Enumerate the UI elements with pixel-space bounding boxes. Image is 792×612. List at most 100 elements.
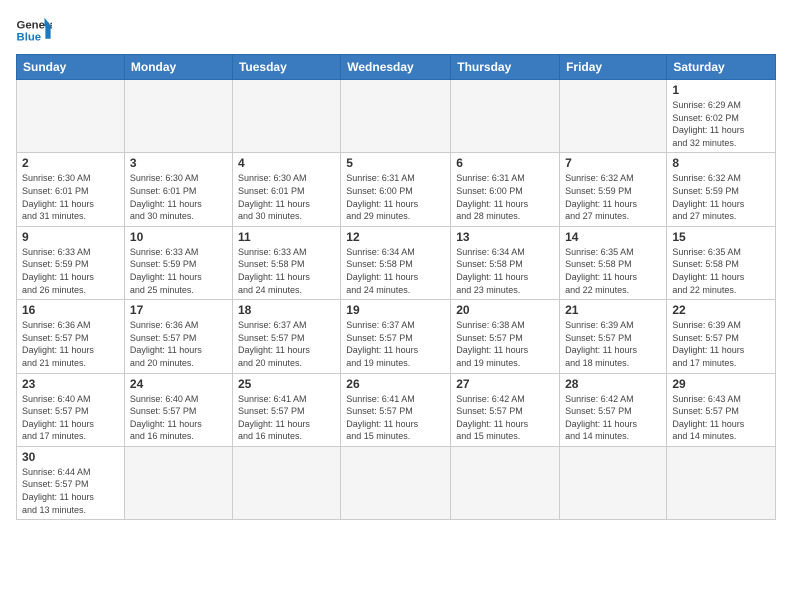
- header: General Blue: [16, 16, 776, 44]
- calendar-cell: 21Sunrise: 6:39 AM Sunset: 5:57 PM Dayli…: [560, 300, 667, 373]
- header-friday: Friday: [560, 55, 667, 80]
- calendar-cell: 20Sunrise: 6:38 AM Sunset: 5:57 PM Dayli…: [451, 300, 560, 373]
- calendar-row-4: 16 Sunrise: 6:36 AM Sunset: 5:57 PM Dayli…: [17, 300, 776, 373]
- calendar-cell: [124, 80, 232, 153]
- day-number: 4: [238, 156, 335, 170]
- day-info: Sunrise: 6:41 AM Sunset: 5:57 PM Dayligh…: [238, 393, 335, 443]
- header-thursday: Thursday: [451, 55, 560, 80]
- header-wednesday: Wednesday: [341, 55, 451, 80]
- calendar-cell: 12 Sunrise: 6:34 AM Sunset: 5:58 PM Dayli…: [341, 226, 451, 299]
- calendar-cell: 13 Sunrise: 6:34 AM Sunset: 5:58 PM Dayli…: [451, 226, 560, 299]
- day-number: 2: [22, 156, 119, 170]
- day-number: 13: [456, 230, 554, 244]
- day-number: 25: [238, 377, 335, 391]
- calendar-cell: [451, 80, 560, 153]
- calendar-cell: 24 Sunrise: 6:40 AM Sunset: 5:57 PM Dayli…: [124, 373, 232, 446]
- day-info: Sunrise: 6:35 AM Sunset: 5:58 PM Dayligh…: [565, 246, 661, 296]
- calendar-cell: 14Sunrise: 6:35 AM Sunset: 5:58 PM Dayli…: [560, 226, 667, 299]
- calendar-cell: 10 Sunrise: 6:33 AM Sunset: 5:59 PM Dayli…: [124, 226, 232, 299]
- day-info: Sunrise: 6:30 AM Sunset: 6:01 PM Dayligh…: [22, 172, 119, 222]
- day-number: 28: [565, 377, 661, 391]
- calendar-row-5: 23Sunrise: 6:40 AM Sunset: 5:57 PM Dayli…: [17, 373, 776, 446]
- calendar-cell: 9Sunrise: 6:33 AM Sunset: 5:59 PM Daylig…: [17, 226, 125, 299]
- header-sunday: Sunday: [17, 55, 125, 80]
- day-number: 9: [22, 230, 119, 244]
- day-number: 12: [346, 230, 445, 244]
- calendar-cell: 22 Sunrise: 6:39 AM Sunset: 5:57 PM Dayli…: [667, 300, 776, 373]
- day-number: 27: [456, 377, 554, 391]
- day-info: Sunrise: 6:33 AM Sunset: 5:59 PM Dayligh…: [130, 246, 227, 296]
- calendar-cell: 3 Sunrise: 6:30 AM Sunset: 6:01 PM Daylig…: [124, 153, 232, 226]
- day-number: 22: [672, 303, 770, 317]
- day-info: Sunrise: 6:39 AM Sunset: 5:57 PM Dayligh…: [672, 319, 770, 369]
- day-number: 16: [22, 303, 119, 317]
- calendar-cell: 6 Sunrise: 6:31 AM Sunset: 6:00 PM Daylig…: [451, 153, 560, 226]
- day-info: Sunrise: 6:35 AM Sunset: 5:58 PM Dayligh…: [672, 246, 770, 296]
- weekday-header-row: Sunday Monday Tuesday Wednesday Thursday…: [17, 55, 776, 80]
- day-info: Sunrise: 6:37 AM Sunset: 5:57 PM Dayligh…: [346, 319, 445, 369]
- day-info: Sunrise: 6:34 AM Sunset: 5:58 PM Dayligh…: [456, 246, 554, 296]
- day-number: 1: [672, 83, 770, 97]
- day-number: 18: [238, 303, 335, 317]
- day-info: Sunrise: 6:33 AM Sunset: 5:58 PM Dayligh…: [238, 246, 335, 296]
- day-info: Sunrise: 6:42 AM Sunset: 5:57 PM Dayligh…: [456, 393, 554, 443]
- day-number: 6: [456, 156, 554, 170]
- calendar-cell: 2 Sunrise: 6:30 AM Sunset: 6:01 PM Daylig…: [17, 153, 125, 226]
- day-info: Sunrise: 6:30 AM Sunset: 6:01 PM Dayligh…: [130, 172, 227, 222]
- calendar-cell: 11 Sunrise: 6:33 AM Sunset: 5:58 PM Dayli…: [232, 226, 340, 299]
- calendar-cell: [560, 80, 667, 153]
- day-number: 5: [346, 156, 445, 170]
- svg-text:Blue: Blue: [17, 32, 42, 44]
- header-saturday: Saturday: [667, 55, 776, 80]
- day-number: 10: [130, 230, 227, 244]
- day-info: Sunrise: 6:40 AM Sunset: 5:57 PM Dayligh…: [130, 393, 227, 443]
- calendar-cell: [124, 446, 232, 519]
- calendar: Sunday Monday Tuesday Wednesday Thursday…: [16, 54, 776, 520]
- calendar-cell: 15Sunrise: 6:35 AM Sunset: 5:58 PM Dayli…: [667, 226, 776, 299]
- calendar-cell: [341, 80, 451, 153]
- day-info: Sunrise: 6:38 AM Sunset: 5:57 PM Dayligh…: [456, 319, 554, 369]
- day-number: 26: [346, 377, 445, 391]
- day-number: 3: [130, 156, 227, 170]
- day-info: Sunrise: 6:41 AM Sunset: 5:57 PM Dayligh…: [346, 393, 445, 443]
- day-info: Sunrise: 6:31 AM Sunset: 6:00 PM Dayligh…: [346, 172, 445, 222]
- day-info: Sunrise: 6:31 AM Sunset: 6:00 PM Dayligh…: [456, 172, 554, 222]
- calendar-cell: [560, 446, 667, 519]
- header-monday: Monday: [124, 55, 232, 80]
- calendar-cell: 5 Sunrise: 6:31 AM Sunset: 6:00 PM Daylig…: [341, 153, 451, 226]
- calendar-cell: 1Sunrise: 6:29 AM Sunset: 6:02 PM Daylig…: [667, 80, 776, 153]
- day-number: 24: [130, 377, 227, 391]
- calendar-cell: [17, 80, 125, 153]
- calendar-row-6: 30 Sunrise: 6:44 AM Sunset: 5:57 PM Dayli…: [17, 446, 776, 519]
- day-number: 11: [238, 230, 335, 244]
- calendar-cell: 8 Sunrise: 6:32 AM Sunset: 5:59 PM Daylig…: [667, 153, 776, 226]
- day-info: Sunrise: 6:39 AM Sunset: 5:57 PM Dayligh…: [565, 319, 661, 369]
- logo-icon: General Blue: [16, 16, 52, 44]
- calendar-cell: 27 Sunrise: 6:42 AM Sunset: 5:57 PM Dayli…: [451, 373, 560, 446]
- day-info: Sunrise: 6:44 AM Sunset: 5:57 PM Dayligh…: [22, 466, 119, 516]
- day-number: 7: [565, 156, 661, 170]
- day-number: 30: [22, 450, 119, 464]
- day-number: 8: [672, 156, 770, 170]
- calendar-cell: 29 Sunrise: 6:43 AM Sunset: 5:57 PM Dayli…: [667, 373, 776, 446]
- day-info: Sunrise: 6:32 AM Sunset: 5:59 PM Dayligh…: [672, 172, 770, 222]
- calendar-cell: 4Sunrise: 6:30 AM Sunset: 6:01 PM Daylig…: [232, 153, 340, 226]
- day-number: 29: [672, 377, 770, 391]
- calendar-cell: 28Sunrise: 6:42 AM Sunset: 5:57 PM Dayli…: [560, 373, 667, 446]
- calendar-cell: [232, 80, 340, 153]
- calendar-cell: [341, 446, 451, 519]
- calendar-cell: 25 Sunrise: 6:41 AM Sunset: 5:57 PM Dayli…: [232, 373, 340, 446]
- calendar-row-2: 2 Sunrise: 6:30 AM Sunset: 6:01 PM Daylig…: [17, 153, 776, 226]
- day-info: Sunrise: 6:32 AM Sunset: 5:59 PM Dayligh…: [565, 172, 661, 222]
- calendar-cell: [667, 446, 776, 519]
- day-number: 19: [346, 303, 445, 317]
- calendar-cell: [232, 446, 340, 519]
- day-info: Sunrise: 6:34 AM Sunset: 5:58 PM Dayligh…: [346, 246, 445, 296]
- day-info: Sunrise: 6:43 AM Sunset: 5:57 PM Dayligh…: [672, 393, 770, 443]
- calendar-cell: [451, 446, 560, 519]
- calendar-row-3: 9 Sunrise: 6:33 AM Sunset: 5:59 PM Daylig…: [17, 226, 776, 299]
- day-info: Sunrise: 6:36 AM Sunset: 5:57 PM Dayligh…: [22, 319, 119, 369]
- calendar-cell: 16 Sunrise: 6:36 AM Sunset: 5:57 PM Dayli…: [17, 300, 125, 373]
- calendar-row-1: 1Sunrise: 6:29 AM Sunset: 6:02 PM Daylig…: [17, 80, 776, 153]
- page: General Blue Sunday Monday Tuesday Wedne…: [0, 0, 792, 612]
